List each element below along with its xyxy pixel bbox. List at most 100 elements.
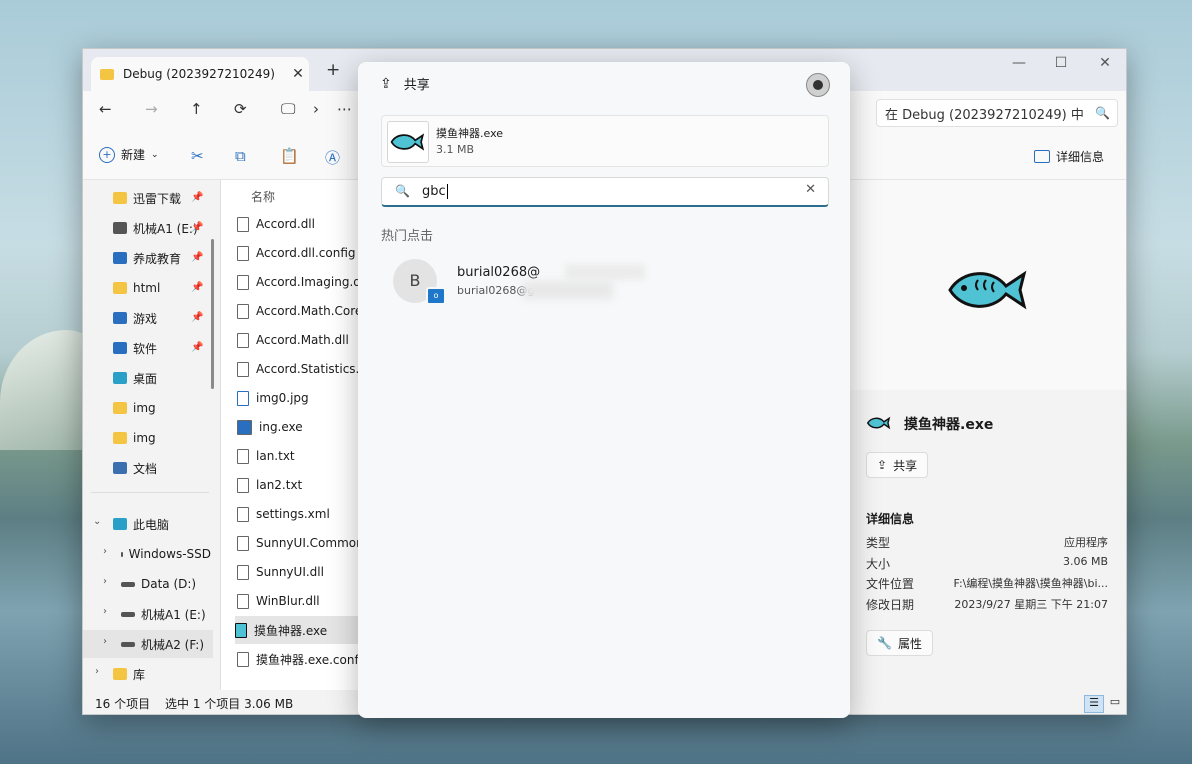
folder-icon — [100, 68, 114, 80]
file-icon — [237, 390, 249, 406]
search-input[interactable]: 在 Debug (2023927210249) 中 — [877, 104, 1095, 123]
desktop-icon — [113, 372, 127, 384]
shared-file-size: 3.1 MB — [436, 143, 475, 156]
details-pane-button[interactable]: 详细信息 — [1033, 148, 1104, 165]
pin-icon: 📌 — [191, 282, 204, 293]
file-row[interactable]: Accord.Math.dll — [237, 326, 361, 354]
file-row[interactable]: Accord.Imaging.dll — [237, 268, 361, 296]
rename-icon[interactable]: Ⓐ — [325, 147, 340, 168]
chevron-right-icon[interactable]: › — [103, 606, 107, 617]
contact-search-box[interactable]: 🔍 gbc ✕ — [381, 177, 829, 207]
up-button[interactable]: ↑ — [190, 100, 203, 118]
sidebar-item[interactable]: img — [113, 394, 156, 422]
tab-title: Debug (20239272102​49) — [123, 67, 275, 81]
chevron-right-icon[interactable]: › — [103, 576, 107, 587]
close-window-button[interactable]: ✕ — [1089, 55, 1121, 71]
share-icon: ⇪ — [877, 458, 888, 472]
properties-button[interactable]: 🔧 属性 — [866, 630, 933, 656]
sidebar-item-library[interactable]: 库 — [113, 660, 145, 688]
chevron-right-icon[interactable]: › — [313, 100, 319, 118]
file-row[interactable]: lan2.txt — [237, 471, 361, 499]
file-name: Accord.dll — [256, 217, 315, 231]
pc-icon[interactable]: 🖵 — [281, 100, 295, 118]
minimize-button[interactable]: — — [1003, 55, 1035, 71]
details-pane: 摸鱼神器.exe ⇪ 共享 详细信息 类型 应用程序 大小 3.06 MB 文件… — [850, 390, 1126, 690]
sidebar-item[interactable]: html — [113, 274, 160, 302]
file-name: lan.txt — [256, 449, 295, 463]
windows-icon — [121, 551, 123, 557]
refresh-button[interactable]: ⟳ — [234, 100, 247, 118]
sidebar-item[interactable]: 文档 — [113, 454, 157, 482]
tiles-view-icon[interactable]: ▭ — [1106, 695, 1124, 711]
column-header-name[interactable]: 名称 — [251, 188, 275, 205]
sidebar-item[interactable]: 软件 — [113, 334, 157, 362]
sidebar-item-this-pc[interactable]: 此电脑 — [113, 510, 169, 538]
share-header: ⇪ 共享 — [380, 74, 430, 94]
contact-item[interactable]: B o burial0268@ burial0268@g — [393, 259, 713, 305]
copy-icon[interactable]: ⧉ — [235, 147, 246, 165]
tab-debug[interactable]: Debug (20239272102​49) ✕ — [91, 57, 309, 91]
details-share-button[interactable]: ⇪ 共享 — [866, 452, 929, 478]
chevron-down-icon[interactable]: ⌄ — [93, 516, 101, 527]
back-button[interactable]: ← — [99, 100, 112, 118]
sidebar-item-drive[interactable]: 机械A1 (E:) — [121, 600, 211, 628]
sidebar-item[interactable]: 养成教育 — [113, 244, 181, 272]
file-icon — [237, 535, 249, 551]
file-row[interactable]: 摸鱼神器.exe — [235, 616, 361, 644]
file-row[interactable]: settings.xml — [237, 500, 361, 528]
pc-icon — [113, 518, 127, 530]
close-tab-icon[interactable]: ✕ — [287, 66, 309, 82]
sidebar-item-drive[interactable]: Windows-SSD — [121, 540, 211, 568]
file-row[interactable]: Accord.dll.config — [237, 239, 361, 267]
file-row[interactable]: ing.exe — [237, 413, 361, 441]
file-icon — [235, 622, 247, 638]
sidebar-item[interactable]: 游戏 — [113, 304, 157, 332]
file-row[interactable]: WinBlur.dll — [237, 587, 361, 615]
sidebar-item[interactable]: 机械A1 (E:) — [113, 214, 198, 242]
sidebar-item-label: 机械A1 (E:) — [141, 607, 206, 622]
cut-icon[interactable]: ✂ — [191, 147, 204, 165]
detail-value: 2023/9/27 星期三 下午 21:07 — [954, 598, 1108, 611]
file-row[interactable]: Accord.dll — [237, 210, 361, 238]
file-name: Accord.Math.Core.dll — [256, 304, 361, 318]
file-icon — [237, 245, 249, 261]
outlook-icon: o — [426, 287, 446, 305]
forward-button[interactable]: → — [145, 100, 158, 118]
file-row[interactable]: Accord.Math.Core.dll — [237, 297, 361, 325]
chevron-right-icon[interactable]: › — [95, 666, 99, 677]
pin-icon: 📌 — [191, 342, 204, 353]
file-icon — [237, 593, 249, 609]
maximize-button[interactable]: ☐ — [1045, 55, 1077, 71]
account-avatar[interactable] — [806, 73, 830, 97]
file-row[interactable]: img0.jpg — [237, 384, 361, 412]
sidebar-item[interactable]: 迅雷下载 — [113, 184, 181, 212]
fish-icon — [390, 133, 425, 151]
navigation-pane: 迅雷下载 📌 机械A1 (E:) 📌 养成教育 📌 html 📌 游戏 📌 软件 📌 桌面 img img 文… — [83, 180, 213, 690]
chevron-right-icon[interactable]: › — [103, 636, 107, 647]
plus-icon: + — [99, 146, 115, 163]
chevron-right-icon[interactable]: › — [103, 546, 107, 557]
file-row[interactable]: lan.txt — [237, 442, 361, 470]
details-view-icon[interactable]: ☰ — [1084, 695, 1104, 713]
details-pane-label: 详细信息 — [1055, 150, 1104, 164]
more-path-button[interactable]: ⋯ — [337, 100, 352, 118]
new-button[interactable]: + 新建 ⌄ — [99, 146, 159, 163]
contact-search-input[interactable]: gbc — [422, 184, 448, 199]
search-box[interactable]: 在 Debug (2023927210249) 中 🔍 — [876, 99, 1118, 127]
file-row[interactable]: Accord.Statistics.dll — [237, 355, 361, 383]
file-row[interactable]: 摸鱼神器.exe.config — [237, 645, 361, 673]
paste-icon[interactable]: 📋 — [280, 147, 299, 165]
sidebar-item[interactable]: img — [113, 424, 156, 452]
sidebar-item[interactable]: 桌面 — [113, 364, 157, 392]
folder-icon — [113, 192, 127, 204]
sidebar-scrollbar[interactable] — [211, 239, 214, 389]
sidebar-item-drive[interactable]: Data (D:) — [121, 570, 211, 598]
sidebar-item-label: 机械A1 (E:) — [133, 221, 198, 236]
file-row[interactable]: SunnyUI.dll — [237, 558, 361, 586]
file-row[interactable]: SunnyUI.Common.dll — [237, 529, 361, 557]
clear-icon[interactable]: ✕ — [805, 182, 816, 197]
sidebar-item-label: img — [133, 401, 156, 415]
new-tab-button[interactable]: + — [326, 60, 340, 80]
detail-key: 大小 — [866, 557, 891, 571]
file-name: WinBlur.dll — [256, 594, 320, 608]
